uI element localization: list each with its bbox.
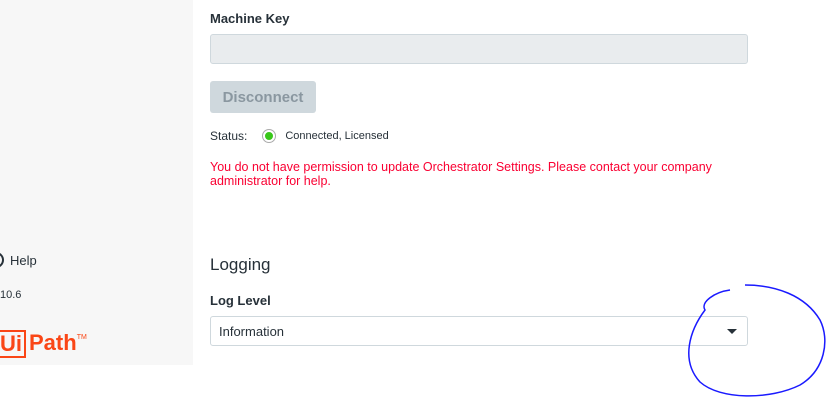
- hand-drawn-circle-annotation: [688, 284, 826, 397]
